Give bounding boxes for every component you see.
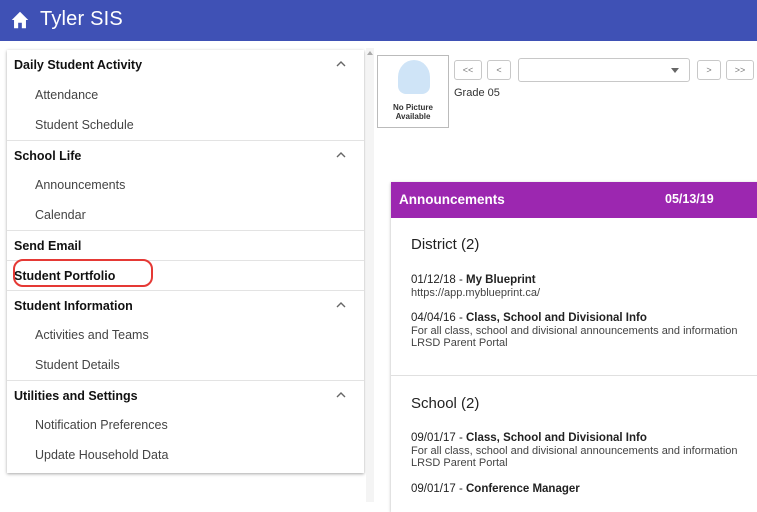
no-picture-text: No Picture Available — [392, 103, 433, 121]
scroll-up-icon[interactable] — [367, 51, 373, 55]
chevron-up-icon[interactable] — [336, 150, 346, 160]
top-bar: Tyler SIS — [0, 0, 757, 41]
announcement-item[interactable]: 09/01/17 - Conference Manager — [411, 483, 757, 496]
home-icon[interactable] — [9, 9, 31, 31]
sidebar-item-student-details[interactable]: Student Details — [7, 350, 364, 380]
sidebar-item-label: Announcements — [35, 178, 126, 192]
announcement-title: Class, School and Divisional Info — [466, 432, 647, 444]
sidebar-item-update-household-data[interactable]: Update Household Data — [7, 440, 364, 470]
section-label: Daily Student Activity — [14, 58, 143, 72]
sidebar-item-label: Send Email — [14, 238, 82, 253]
sidebar-item-attendance[interactable]: Attendance — [7, 80, 364, 110]
section-student-information[interactable]: Student Information — [7, 290, 364, 320]
announcement-date: 09/01/17 — [411, 483, 456, 495]
sidebar-scrollbar[interactable] — [366, 48, 374, 502]
announcement-text: LRSD Parent Portal — [411, 337, 508, 349]
sidebar-item-send-email[interactable]: Send Email — [7, 230, 364, 260]
sidebar-item-label: Notification Preferences — [35, 418, 168, 432]
sidebar-item-label: Attendance — [35, 88, 99, 102]
announcement-title: My Blueprint — [466, 274, 536, 286]
chevron-up-icon[interactable] — [336, 390, 346, 400]
announcement-text: LRSD Parent Portal — [411, 457, 508, 469]
sidebar-item-label: Student Schedule — [35, 118, 134, 132]
section-label: Student Information — [14, 298, 133, 313]
sidebar-item-activities-and-teams[interactable]: Activities and Teams — [7, 320, 364, 350]
announcement-date: 01/12/18 — [411, 274, 456, 286]
announcement-date: 09/01/17 — [411, 432, 456, 444]
announcements-title: Announcements — [399, 192, 505, 207]
section-label: Utilities and Settings — [14, 388, 138, 403]
sidebar-nav: Daily Student Activity Attendance Studen… — [7, 50, 364, 473]
announcement-date: 04/04/16 — [411, 312, 456, 324]
previous-student-button[interactable]: < — [487, 60, 511, 80]
student-select[interactable] — [518, 58, 690, 82]
announcement-title: Conference Manager — [466, 483, 580, 495]
announcement-text: For all class, school and divisional ann… — [411, 445, 738, 457]
last-student-button[interactable]: >> — [726, 60, 754, 80]
chevron-up-icon[interactable] — [336, 300, 346, 310]
student-photo: No Picture Available — [377, 55, 449, 128]
announcement-item[interactable]: 09/01/17 - Class, School and Divisional … — [411, 432, 757, 469]
group-divider — [391, 375, 757, 376]
sidebar-item-student-schedule[interactable]: Student Schedule — [7, 110, 364, 140]
chevron-up-icon[interactable] — [336, 59, 346, 69]
caret-down-icon — [671, 68, 679, 73]
highlight-ring — [13, 259, 153, 287]
group-title-district: District (2) — [411, 236, 480, 253]
avatar-placeholder-icon — [398, 60, 430, 94]
group-title-school: School (2) — [411, 395, 480, 412]
section-label: School Life — [14, 148, 82, 163]
announcement-text: For all class, school and divisional ann… — [411, 325, 738, 337]
grade-text: Grade 05 — [454, 87, 500, 99]
sidebar-item-announcements[interactable]: Announcements — [7, 170, 364, 200]
announcement-text: https://app.myblueprint.ca/ — [411, 287, 541, 299]
section-school-life[interactable]: School Life — [7, 140, 364, 170]
announcements-card: Announcements 05/13/19 District (2) 01/1… — [391, 182, 757, 512]
next-student-button[interactable]: > — [697, 60, 721, 80]
sidebar-item-label: Student Details — [35, 358, 120, 372]
sidebar-item-label: Activities and Teams — [35, 328, 149, 342]
announcement-item[interactable]: 01/12/18 - My Blueprint https://app.mybl… — [411, 274, 757, 299]
sidebar-item-notification-preferences[interactable]: Notification Preferences — [7, 410, 364, 440]
announcement-title: Class, School and Divisional Info — [466, 312, 647, 324]
announcements-date: 05/13/19 — [665, 192, 714, 206]
section-daily-student-activity[interactable]: Daily Student Activity — [7, 50, 364, 80]
first-student-button[interactable]: << — [454, 60, 482, 80]
announcements-header: Announcements 05/13/19 — [391, 182, 757, 218]
sidebar-item-calendar[interactable]: Calendar — [7, 200, 364, 230]
app-title: Tyler SIS — [40, 8, 123, 30]
sidebar-item-label: Calendar — [35, 208, 86, 222]
section-utilities-and-settings[interactable]: Utilities and Settings — [7, 380, 364, 410]
announcement-item[interactable]: 04/04/16 - Class, School and Divisional … — [411, 312, 757, 349]
sidebar-item-label: Update Household Data — [35, 448, 169, 462]
